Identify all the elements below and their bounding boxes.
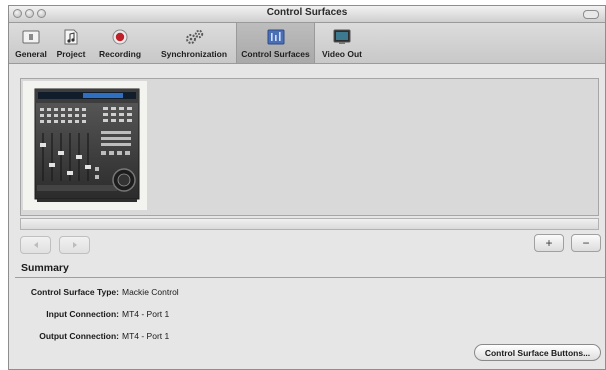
add-button[interactable]: + — [534, 234, 564, 252]
toolbar-toggle-button[interactable] — [583, 10, 599, 19]
tab-synchronization[interactable]: Synchronization — [152, 23, 236, 63]
preferences-toolbar: General Project Recording Synchronizatio… — [9, 23, 605, 64]
horizontal-scrollbar[interactable] — [20, 218, 599, 230]
monitor-icon — [333, 29, 351, 45]
next-button[interactable] — [59, 236, 90, 254]
gears-icon — [183, 29, 205, 45]
summary-heading: Summary — [21, 262, 69, 274]
tab-video-out[interactable]: Video Out — [317, 23, 367, 63]
previous-button[interactable] — [20, 236, 51, 254]
preferences-window: Control Surfaces General Project Recordi… — [8, 5, 606, 370]
mackie-control-device-icon[interactable] — [23, 81, 147, 210]
tab-general[interactable]: General — [11, 23, 51, 63]
summary-divider — [15, 277, 605, 278]
remove-button[interactable]: − — [571, 234, 601, 252]
title-bar[interactable]: Control Surfaces — [9, 6, 605, 23]
summary-row-type: Control Surface Type: Mackie Control — [30, 287, 179, 297]
control-surface-setup-area[interactable] — [20, 78, 599, 216]
control-surface-buttons-button[interactable]: Control Surface Buttons... — [474, 344, 601, 361]
record-icon — [112, 29, 128, 45]
tab-project[interactable]: Project — [52, 23, 90, 63]
project-icon — [64, 29, 78, 45]
control-surfaces-icon — [267, 29, 285, 45]
right-arrow-icon — [71, 236, 79, 254]
summary-row-output: Output Connection: MT4 - Port 1 — [39, 331, 170, 341]
left-arrow-icon — [32, 236, 40, 254]
tab-control-surfaces[interactable]: Control Surfaces — [236, 23, 315, 63]
tab-recording[interactable]: Recording — [92, 23, 148, 63]
summary-row-input: Input Connection: MT4 - Port 1 — [46, 309, 170, 319]
window-title: Control Surfaces — [266, 7, 348, 18]
general-icon — [22, 29, 40, 45]
